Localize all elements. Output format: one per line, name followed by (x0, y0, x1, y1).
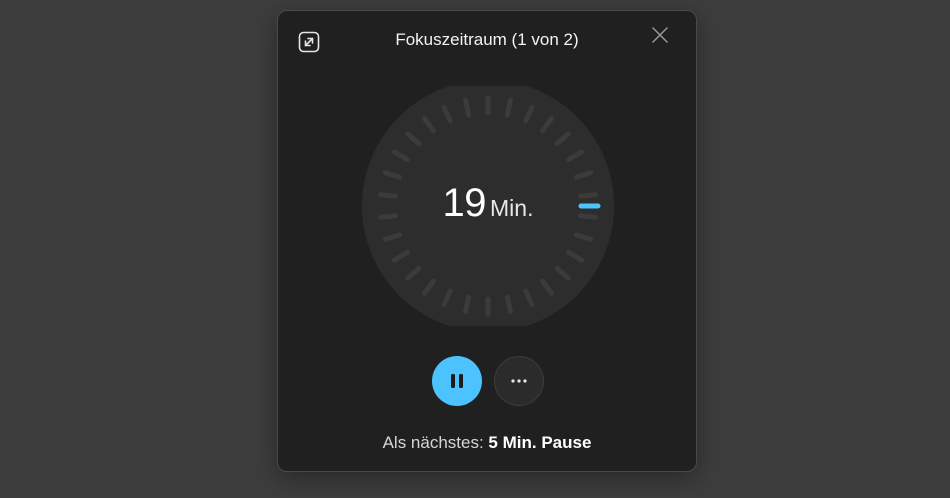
timer-tick (504, 97, 513, 118)
time-readout: 19 Min. (361, 181, 615, 226)
focus-timer-panel: Fokuszeitraum (1 von 2) 19 Min. Als näch… (277, 10, 697, 472)
time-unit: Min. (490, 195, 534, 221)
close-icon (652, 27, 668, 43)
next-session-value: 5 Min. Pause (488, 433, 592, 452)
timer-tick (463, 97, 472, 118)
next-session-label: Als nächstes: (382, 433, 484, 452)
more-icon (511, 379, 527, 383)
timer-dial[interactable]: 19 Min. (361, 86, 615, 326)
close-button[interactable] (646, 21, 674, 49)
pause-icon (451, 374, 463, 388)
timer-tick (504, 294, 513, 315)
pause-button[interactable] (432, 356, 482, 406)
more-options-button[interactable] (494, 356, 544, 406)
timer-tick (463, 294, 472, 315)
next-session-info: Als nächstes: 5 Min. Pause (278, 432, 696, 454)
time-value: 19 (442, 181, 487, 225)
window-title: Fokuszeitraum (1 von 2) (395, 30, 579, 49)
